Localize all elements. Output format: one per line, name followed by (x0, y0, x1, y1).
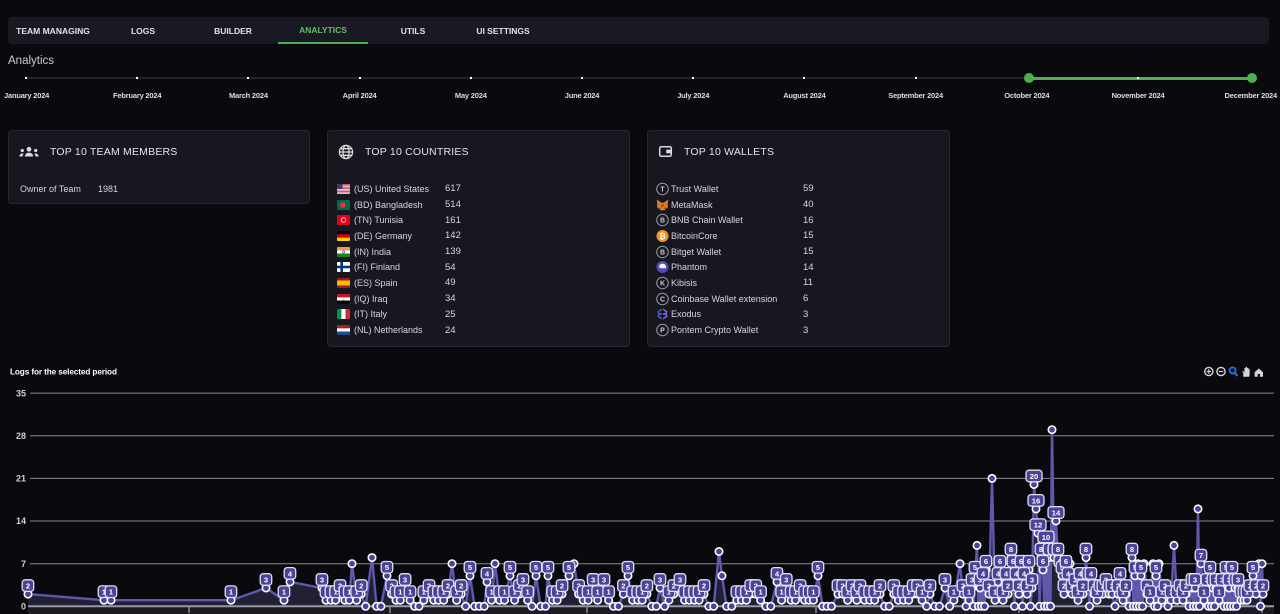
svg-text:3: 3 (658, 575, 662, 584)
svg-text:8: 8 (1039, 545, 1043, 554)
svg-text:3: 3 (403, 575, 407, 584)
svg-text:3: 3 (678, 575, 682, 584)
svg-text:16: 16 (1032, 496, 1040, 505)
svg-text:2: 2 (1006, 582, 1010, 591)
svg-text:Logs for the selected period: Logs for the selected period (10, 368, 117, 377)
svg-text:P: P (660, 328, 665, 335)
svg-text:2: 2 (702, 582, 706, 591)
svg-text:3: 3 (320, 575, 324, 584)
svg-text:0: 0 (21, 602, 26, 612)
svg-text:T: T (660, 186, 665, 193)
svg-text:6: 6 (1019, 557, 1023, 566)
svg-text:6: 6 (984, 557, 988, 566)
svg-text:8: 8 (1084, 545, 1088, 554)
svg-text:6: 6 (1064, 557, 1068, 566)
svg-text:3: 3 (602, 575, 606, 584)
svg-text:2: 2 (928, 582, 932, 591)
svg-text:2: 2 (359, 582, 363, 591)
svg-text:2: 2 (621, 582, 625, 591)
svg-text:3: 3 (591, 575, 595, 584)
svg-text:8: 8 (1009, 545, 1013, 554)
svg-text:2: 2 (446, 582, 450, 591)
svg-text:₿: ₿ (659, 232, 666, 241)
svg-text:B: B (660, 218, 665, 225)
svg-text:8: 8 (1056, 545, 1060, 554)
svg-text:2: 2 (1017, 582, 1021, 591)
svg-text:K: K (660, 280, 665, 287)
svg-text:3: 3 (784, 575, 788, 584)
svg-text:2: 2 (560, 582, 564, 591)
svg-text:8: 8 (1130, 545, 1134, 554)
svg-text:B: B (660, 249, 665, 256)
svg-text:7: 7 (1199, 551, 1203, 560)
svg-text:3: 3 (943, 575, 947, 584)
svg-text:6: 6 (1041, 557, 1045, 566)
svg-text:6: 6 (998, 557, 1002, 566)
svg-text:2: 2 (26, 582, 30, 591)
svg-text:3: 3 (264, 575, 268, 584)
svg-text:2: 2 (459, 582, 463, 591)
svg-text:35: 35 (16, 388, 26, 398)
svg-text:2: 2 (1062, 582, 1066, 591)
svg-text:14: 14 (16, 516, 26, 526)
svg-text:20: 20 (1030, 472, 1038, 481)
svg-text:2: 2 (645, 582, 649, 591)
svg-text:12: 12 (1034, 521, 1042, 530)
svg-text:ال: ال (342, 297, 345, 301)
svg-text:7: 7 (21, 559, 26, 569)
svg-text:14: 14 (1052, 508, 1061, 517)
svg-text:2: 2 (1081, 582, 1085, 591)
svg-text:C: C (660, 296, 665, 303)
svg-text:3: 3 (970, 575, 974, 584)
svg-text:3: 3 (1030, 575, 1034, 584)
svg-text:6: 6 (1011, 557, 1015, 566)
svg-text:3: 3 (521, 575, 525, 584)
svg-text:6: 6 (1027, 557, 1031, 566)
svg-text:2: 2 (1261, 582, 1265, 591)
svg-text:2: 2 (878, 582, 882, 591)
svg-text:3: 3 (1193, 575, 1197, 584)
svg-text:28: 28 (16, 431, 26, 441)
svg-text:2: 2 (1124, 582, 1128, 591)
svg-text:3: 3 (1236, 575, 1240, 584)
svg-text:21: 21 (16, 474, 26, 484)
svg-text:10: 10 (1042, 533, 1050, 542)
